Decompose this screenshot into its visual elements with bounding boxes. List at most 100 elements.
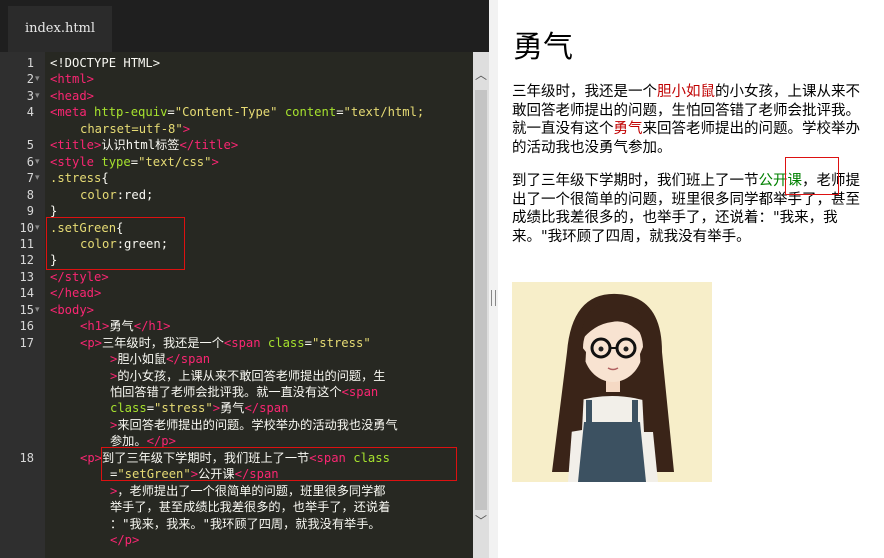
code-token: color (80, 236, 117, 251)
code-token: <style (50, 154, 102, 169)
code-line[interactable]: 14 </head> (0, 285, 489, 301)
line-number: 1 (26, 56, 34, 70)
preview-pane: 勇气 三年级时，我还是一个胆小如鼠的小女孩，上课从来不敢回答老师提出的问题，生怕… (498, 0, 884, 558)
code-line[interactable]: 10 ▾ .setGreen{ (0, 220, 489, 236)
code-token: </span (234, 467, 279, 482)
code-token: 公开课 (198, 467, 235, 482)
line-number: 16 (19, 319, 34, 334)
code-text: .setGreen{ (50, 220, 123, 236)
code-line[interactable]: >的小女孩，上课从来不敢回答老师提出的问题，生 (0, 368, 489, 384)
code-token: } (50, 253, 58, 268)
code-line[interactable]: 9} (0, 203, 489, 219)
code-line[interactable]: 7 ▾ .stress{ (0, 170, 489, 186)
code-line[interactable]: 4 <meta http-equiv="Content-Type" content… (0, 104, 489, 120)
code-line[interactable]: >胆小如鼠</span (0, 351, 489, 367)
fold-arrow-icon[interactable]: ▾ (35, 170, 40, 186)
code-token: <meta (50, 105, 95, 120)
fold-arrow-icon[interactable]: ▾ (35, 302, 40, 318)
code-line[interactable]: ："我来，我来。"我环顾了四周，就我没有举手。 (0, 516, 489, 532)
code-line[interactable]: 8 color:red; (0, 187, 489, 203)
code-token: } (50, 204, 58, 219)
code-token: 举手了，甚至成绩比我差很多的，也举手了，还说着 (110, 500, 391, 515)
code-token: > (211, 154, 219, 169)
code-token: </head> (50, 286, 102, 301)
line-number: 14 (19, 286, 34, 301)
code-token: = (130, 154, 139, 169)
code-line[interactable]: 13 </style> (0, 269, 489, 285)
scroll-up-icon[interactable]: ︿ (473, 66, 489, 83)
code-token: </span (166, 352, 211, 367)
tab-index-html[interactable]: index.html (8, 6, 112, 52)
code-text: <style type="text/css"> (50, 154, 219, 170)
line-number: 7 (26, 171, 34, 186)
code-line[interactable]: 17 <p>三年级时，我还是一个<span class="stress" (0, 335, 489, 351)
code-text: <html> (50, 71, 94, 87)
fold-arrow-icon[interactable]: ▾ (35, 71, 40, 87)
code-line[interactable]: 举手了，甚至成绩比我差很多的，也举手了，还说着 (0, 499, 489, 515)
line-number: 2 (26, 72, 34, 87)
code-text: <meta http-equiv="Content-Type" content=… (50, 104, 424, 120)
code-token: :green; (116, 236, 169, 251)
code-token: "text/html; (343, 105, 425, 120)
code-line[interactable]: 5 <title>认识html标签</title> (0, 137, 489, 153)
p2-text-before: 到了三年级下学期时，我们班上了一节 (512, 173, 759, 189)
code-line[interactable]: </p> (0, 532, 489, 548)
code-line[interactable]: >来回答老师提出的问题。学校举办的活动我也没勇气 (0, 417, 489, 433)
code-line[interactable]: 12} (0, 252, 489, 268)
code-token: "stress" (154, 401, 213, 416)
code-token: color (80, 187, 117, 202)
code-token: = (304, 335, 312, 350)
code-text: >的小女孩，上课从来不敢回答老师提出的问题，生 (110, 368, 385, 384)
scroll-thumb[interactable] (475, 90, 487, 510)
code-token: 认识html标签 (101, 138, 180, 153)
code-token: = (336, 105, 344, 120)
editor-scrollbar[interactable]: ︿ ﹀ (473, 52, 489, 558)
code-line[interactable]: 参加。</p> (0, 433, 489, 449)
code-line[interactable]: 16 <h1>勇气</h1> (0, 318, 489, 334)
code-line[interactable]: >，老师提出了一个很简单的问题，班里很多同学都 (0, 483, 489, 499)
code-line[interactable]: 18 <p>到了三年级下学期时，我们班上了一节<span class (0, 450, 489, 466)
code-text: >，老师提出了一个很简单的问题，班里很多同学都 (110, 483, 385, 499)
code-token: <p> (80, 450, 103, 465)
code-token: 胆小如鼠 (117, 352, 167, 367)
code-token: <!DOCTYPE HTML> (50, 56, 161, 70)
setgreen-preview-highlight (785, 157, 839, 195)
code-line[interactable]: 3 ▾ <head> (0, 88, 489, 104)
code-editor[interactable]: index.html 1 <!DOCTYPE HTML> 2 ▾ <html> 3 ▾ <he… (0, 0, 489, 558)
code-text: 参加。</p> (110, 433, 176, 449)
code-text: <title>认识html标签</title> (50, 137, 238, 153)
code-line[interactable]: ="setGreen">公开课</span (0, 466, 489, 482)
pane-divider[interactable] (489, 0, 498, 558)
code-token: <head> (50, 88, 95, 103)
code-token: <span (309, 450, 354, 465)
code-text: >来回答老师提出的问题。学校举办的活动我也没勇气 (110, 417, 398, 433)
code-line[interactable]: 6 ▾ <style type="text/css"> (0, 154, 489, 170)
fold-arrow-icon[interactable]: ▾ (35, 154, 40, 170)
code-line[interactable]: 1 <!DOCTYPE HTML> (0, 55, 489, 71)
code-token: <body> (50, 302, 95, 317)
code-token: </title> (179, 138, 239, 153)
code-token: <html> (50, 72, 95, 87)
fold-arrow-icon[interactable]: ▾ (35, 88, 40, 104)
code-text: <body> (50, 302, 94, 318)
code-token: http-equiv (94, 105, 168, 120)
code-token: class (353, 450, 390, 465)
code-token: 来回答老师提出的问题。学校举办的活动我也没勇气 (117, 417, 398, 432)
scroll-down-icon[interactable]: ﹀ (473, 512, 489, 529)
resize-grip-icon[interactable] (491, 290, 496, 306)
code-text: >胆小如鼠</span (110, 351, 210, 367)
code-line[interactable]: 11 color:green; (0, 236, 489, 252)
line-number: 3 (26, 88, 34, 103)
code-text: ："我来，我来。"我环顾了四周，就我没有举手。 (110, 516, 381, 532)
line-number: 9 (26, 204, 34, 219)
code-line[interactable]: charset=utf-8"> (0, 121, 489, 137)
code-token: </h1> (133, 319, 171, 334)
code-line[interactable]: 2 ▾ <html> (0, 71, 489, 87)
code-line[interactable]: 怕回答错了老师会批评我。就一直没有这个<span (0, 384, 489, 400)
fold-arrow-icon[interactable]: ▾ (35, 220, 40, 236)
code-line[interactable]: 15 ▾ <body> (0, 302, 489, 318)
girl-illustration-svg (512, 282, 712, 482)
code-line[interactable]: class="stress">勇气</span (0, 400, 489, 416)
code-text: } (50, 203, 57, 219)
